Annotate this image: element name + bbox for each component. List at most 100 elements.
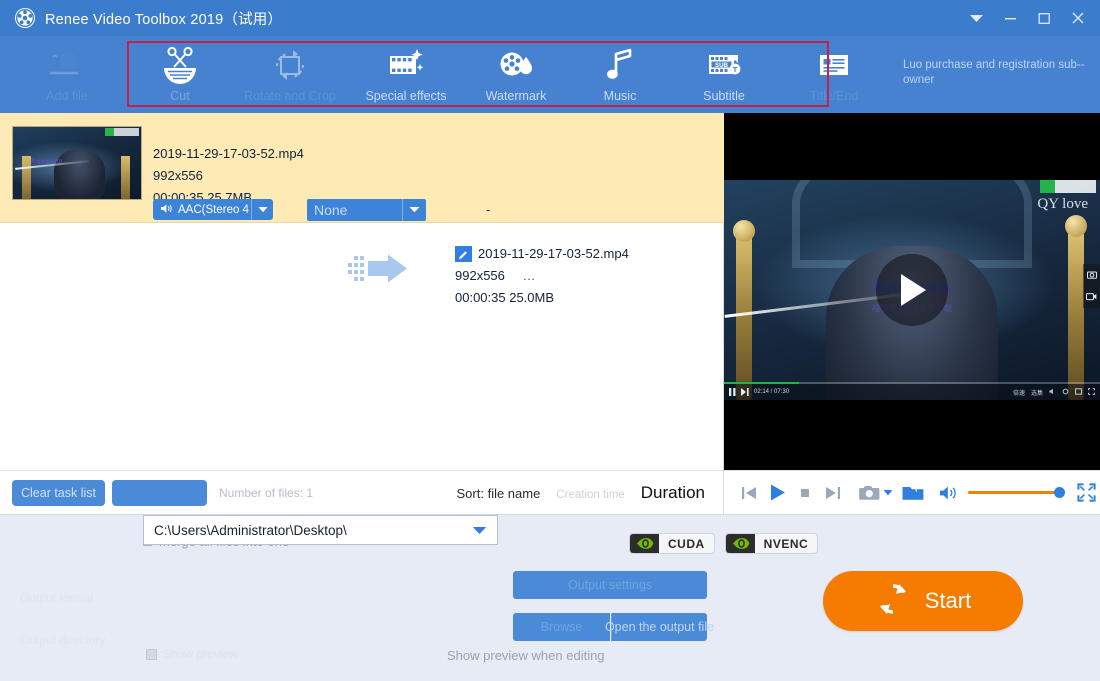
volume-slider[interactable] bbox=[968, 487, 1065, 498]
checkbox-box-icon bbox=[146, 648, 157, 660]
toolbar-item-music[interactable]: Music bbox=[568, 36, 672, 113]
show-preview-checkbox[interactable]: Show preview bbox=[146, 647, 238, 661]
pause-icon[interactable] bbox=[729, 383, 736, 400]
toolbar-label-title-end: Title/End bbox=[809, 89, 859, 103]
toolbar-label-subtitle: Subtitle bbox=[703, 89, 745, 103]
film-reel-droplet-icon bbox=[495, 45, 537, 85]
pencil-edit-icon[interactable] bbox=[455, 246, 472, 262]
menu-dropdown-button[interactable] bbox=[960, 3, 992, 33]
output-resolution: 992x556 … bbox=[455, 265, 629, 287]
channel-tag: QY love bbox=[1037, 196, 1088, 212]
toolbar-label-cut: Cut bbox=[170, 89, 190, 103]
nvidia-eye-icon bbox=[725, 534, 755, 553]
picture-in-picture-icon[interactable] bbox=[1075, 387, 1082, 397]
video-preview-panel[interactable]: QY love Renee.com 视频剪辑软件免费下载 bbox=[724, 113, 1100, 470]
toolbar-label-music: Music bbox=[603, 89, 637, 103]
volume-icon[interactable] bbox=[1049, 388, 1056, 397]
stop-button[interactable] bbox=[791, 477, 819, 509]
sort-by-duration[interactable]: Duration bbox=[641, 483, 705, 503]
snapshot-button[interactable] bbox=[858, 477, 881, 509]
start-button[interactable]: Start bbox=[823, 571, 1023, 631]
subtitle-track-select[interactable]: None bbox=[307, 198, 402, 221]
next-button[interactable] bbox=[819, 477, 847, 509]
app-title: Renee Video Toolbox 2019（试用） bbox=[45, 11, 283, 28]
minimize-button[interactable] bbox=[994, 3, 1026, 33]
output-resolution-more[interactable]: … bbox=[523, 268, 536, 283]
toolbar-item-subtitle[interactable]: SUB T Subtitle bbox=[672, 36, 776, 113]
close-button[interactable] bbox=[1062, 3, 1094, 33]
registration-text[interactable]: Luo purchase and registration sub--owner bbox=[903, 58, 1088, 88]
toolbar-item-title-end[interactable]: Title/End bbox=[776, 36, 892, 113]
start-button-label: Start bbox=[924, 588, 972, 613]
video-thumbnail[interactable]: Renee.com bbox=[12, 126, 142, 200]
table-row[interactable]: Renee.com 2019-11-29-17-03-52.mp4 992x55… bbox=[0, 113, 724, 305]
video-top-badge bbox=[1040, 180, 1096, 193]
clip-record-icon[interactable] bbox=[1086, 288, 1097, 306]
output-settings-button[interactable]: Output settings bbox=[513, 571, 707, 599]
toolbar-item-rotate-crop[interactable]: Rotate and Crop bbox=[232, 36, 348, 113]
open-folder-button[interactable] bbox=[899, 477, 927, 509]
toolbar-item-add-file[interactable]: Add file bbox=[0, 36, 128, 113]
secondary-list-button[interactable] bbox=[112, 479, 207, 506]
source-resolution: 992x556 bbox=[153, 168, 203, 183]
output-duration-size: 00:00:35 25.0MB bbox=[455, 290, 555, 305]
video-right-controls[interactable]: 倍速 选集 bbox=[1013, 387, 1095, 397]
video-frame[interactable]: QY love Renee.com 视频剪辑软件免费下载 bbox=[724, 180, 1100, 400]
toolbar-label-add-file: Add file bbox=[46, 89, 88, 103]
fullscreen-button[interactable] bbox=[1073, 477, 1100, 509]
sort-controls: Sort: file name Creation time Duration bbox=[457, 483, 705, 503]
output-format-label: Output format bbox=[20, 591, 94, 605]
speed-label[interactable]: 倍速 bbox=[1013, 388, 1025, 397]
audio-track-select[interactable]: AAC(Stereo 4 bbox=[153, 199, 251, 220]
snapshot-dropdown[interactable] bbox=[881, 477, 895, 509]
audio-track-label: AAC(Stereo 4 bbox=[178, 203, 249, 216]
row-track-controls: AAC(Stereo 4 None - bbox=[0, 196, 724, 223]
volume-button[interactable] bbox=[935, 477, 963, 509]
svg-text:SUB: SUB bbox=[715, 62, 729, 69]
subtitle-track-caret-icon[interactable] bbox=[402, 198, 426, 221]
browse-button[interactable]: Browse bbox=[513, 613, 610, 641]
rotate-crop-icon bbox=[269, 45, 311, 85]
play-overlay-icon[interactable] bbox=[876, 254, 948, 326]
output-resolution-value: 992x556 bbox=[455, 268, 505, 283]
toolbar-item-cut[interactable]: Cut bbox=[128, 36, 232, 113]
camera-icon[interactable] bbox=[1086, 266, 1097, 284]
clear-task-list-button[interactable]: Clear task list bbox=[12, 479, 105, 506]
title-end-icon bbox=[814, 45, 854, 85]
nvenc-badge[interactable]: NVENC bbox=[724, 533, 819, 554]
svg-text:T: T bbox=[733, 65, 738, 74]
video-side-tools[interactable] bbox=[1083, 264, 1100, 308]
open-output-file-button[interactable]: Open the output file bbox=[605, 613, 714, 641]
episodes-label[interactable]: 选集 bbox=[1031, 388, 1043, 397]
nvenc-label: NVENC bbox=[763, 536, 809, 551]
next-frame-icon[interactable] bbox=[741, 383, 749, 400]
toolbar-item-watermark[interactable]: Watermark bbox=[464, 36, 568, 113]
output-filename: 2019-11-29-17-03-52.mp4 bbox=[478, 246, 629, 261]
task-list-panel: Renee.com 2019-11-29-17-03-52.mp4 992x55… bbox=[0, 113, 724, 470]
output-directory-value: C:\Users\Administrator\Desktop\ bbox=[154, 522, 347, 538]
show-preview-when-editing-label: Show preview when editing bbox=[447, 648, 605, 663]
source-filename: 2019-11-29-17-03-52.mp4 bbox=[153, 146, 304, 161]
maximize-button[interactable] bbox=[1028, 3, 1060, 33]
caret-down-icon[interactable] bbox=[472, 523, 487, 538]
title-bar: Renee Video Toolbox 2019（试用） bbox=[0, 0, 1100, 36]
play-button[interactable] bbox=[764, 477, 792, 509]
sort-by-file-name[interactable]: Sort: file name bbox=[457, 486, 541, 501]
volume-slider-knob[interactable] bbox=[1053, 487, 1065, 498]
settings-icon[interactable] bbox=[1062, 388, 1069, 397]
sort-by-creation-time[interactable]: Creation time bbox=[556, 489, 624, 501]
window-controls bbox=[960, 0, 1094, 36]
previous-button[interactable] bbox=[736, 477, 764, 509]
fullscreen-icon[interactable] bbox=[1088, 387, 1095, 397]
subtitle-track-label: None bbox=[314, 201, 348, 218]
output-file-meta: 2019-11-29-17-03-52.mp4 992x556 … 00:00:… bbox=[455, 243, 629, 309]
audio-track-caret-icon[interactable] bbox=[251, 199, 273, 220]
output-directory-select[interactable]: C:\Users\Administrator\Desktop\ bbox=[143, 515, 498, 545]
show-preview-checkbox-label: Show preview bbox=[163, 647, 238, 661]
video-control-bar[interactable]: 02:14 / 07:30 倍速 选集 bbox=[724, 384, 1100, 400]
cuda-badge[interactable]: CUDA bbox=[629, 533, 715, 554]
toolbar-label-watermark: Watermark bbox=[485, 89, 547, 103]
dotted-right-arrow-icon bbox=[348, 254, 410, 289]
toolbar-label-special-effects: Special effects bbox=[365, 89, 447, 103]
toolbar-item-special-effects[interactable]: Special effects bbox=[348, 36, 464, 113]
